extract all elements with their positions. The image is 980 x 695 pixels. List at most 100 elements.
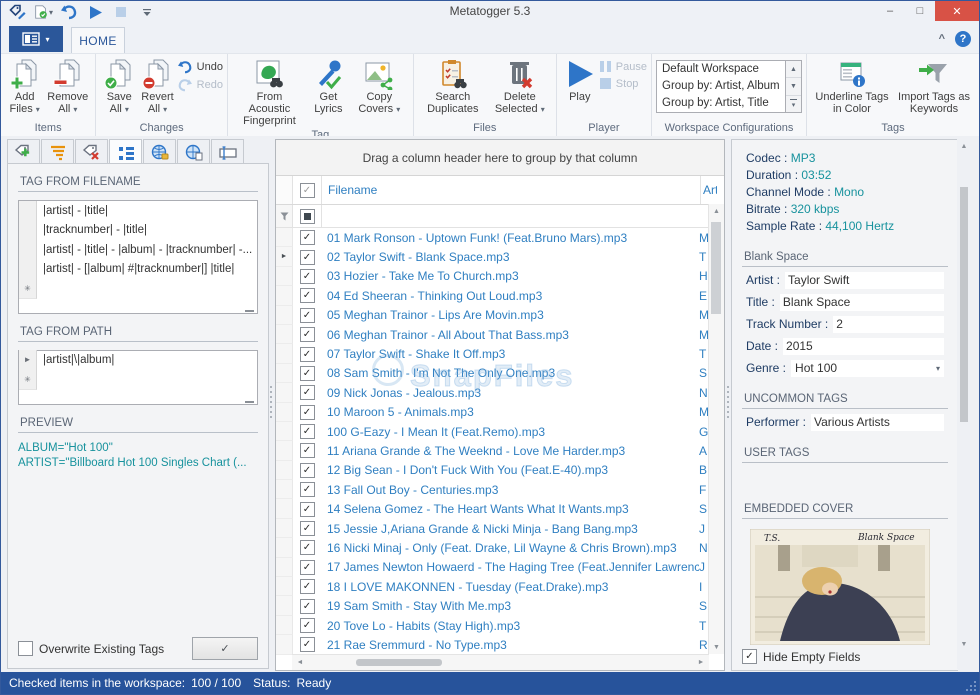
title-field[interactable] xyxy=(779,293,944,311)
minimize-button[interactable]: – xyxy=(875,1,905,21)
gallery-more-button[interactable]: ▾ xyxy=(786,95,801,112)
track-number-field[interactable] xyxy=(833,315,944,333)
pattern-row-new[interactable]: ✳ xyxy=(19,369,257,390)
row-checkbox[interactable]: ✓ xyxy=(293,521,321,537)
workspace-option[interactable]: Group by: Artist, Album xyxy=(657,78,785,95)
scroll-left-arrow[interactable]: ◄ xyxy=(292,659,308,666)
delete-selected-button[interactable]: Delete Selected ▾ xyxy=(488,56,552,118)
pattern-row[interactable]: ► |artist|\|album| xyxy=(19,350,257,371)
import-tags-button[interactable]: Import Tags as Keywords xyxy=(893,56,975,117)
row-checkbox[interactable]: ✓ xyxy=(293,598,321,614)
scroll-thumb[interactable] xyxy=(960,187,968,422)
row-checkbox[interactable]: ✓ xyxy=(293,618,321,633)
table-row[interactable]: ✓ 01 Mark Ronson - Uptown Funk! (Feat.Bru… xyxy=(276,228,724,248)
row-checkbox[interactable]: ✓ xyxy=(293,288,321,304)
table-row[interactable]: ✓ 04 Ed Sheeran - Thinking Out Loud.mp3 E xyxy=(276,286,724,306)
row-checkbox[interactable]: ✓ xyxy=(293,424,321,440)
row-checkbox[interactable]: ✓ xyxy=(293,559,321,575)
table-row[interactable]: ✓ 21 Rae Sremmurd - No Type.mp3 R xyxy=(276,635,724,655)
table-row[interactable]: ✓ 05 Meghan Trainor - Lips Are Movin.mp3 M xyxy=(276,305,724,325)
row-checkbox[interactable]: ✓ xyxy=(293,579,321,595)
resize-grip[interactable] xyxy=(965,680,977,692)
tab-rename[interactable] xyxy=(211,139,244,164)
row-checkbox[interactable]: ✓ xyxy=(293,230,321,246)
help-button[interactable]: ? xyxy=(955,31,971,47)
save-all-button[interactable]: Save All ▾ xyxy=(100,56,138,118)
table-row[interactable]: ✓ 17 James Newton Howaerd - The Haging Tr… xyxy=(276,557,724,578)
row-checkbox[interactable]: ✓ xyxy=(293,327,321,343)
table-row[interactable]: ✓ 15 Jessie J,Ariana Grande & Nicki Minja… xyxy=(276,518,724,539)
row-checkbox[interactable]: ✓ xyxy=(293,501,321,517)
maximize-button[interactable]: □ xyxy=(905,1,935,21)
tab-auto-tag[interactable] xyxy=(41,139,74,164)
revert-all-button[interactable]: Revert All ▾ xyxy=(138,56,176,118)
remove-all-button[interactable]: Remove All ▾ xyxy=(44,56,91,118)
undo-button[interactable]: Undo xyxy=(177,60,223,74)
row-checkbox[interactable]: ✓ xyxy=(293,540,321,556)
apply-button[interactable]: ✓ xyxy=(192,637,258,660)
table-row[interactable]: ✓ 13 Fall Out Boy - Centuries.mp3 F xyxy=(276,480,724,500)
genre-combobox[interactable]: Hot 100 ▾ xyxy=(791,359,944,377)
overwrite-tags-checkbox[interactable]: Overwrite Existing Tags xyxy=(18,641,164,656)
table-row[interactable]: ✓ 16 Nicki Minaj - Only (Feat. Drake, Lil… xyxy=(276,538,724,558)
acoustic-fingerprint-button[interactable]: From Acoustic Fingerprint xyxy=(232,56,307,129)
table-row[interactable]: ✓ 19 Sam Smith - Stay With Me.mp3 S xyxy=(276,596,724,616)
right-splitter[interactable] xyxy=(725,386,730,420)
row-checkbox[interactable]: ✓ xyxy=(293,249,321,265)
scroll-down-arrow[interactable]: ▼ xyxy=(957,641,971,655)
row-checkbox[interactable]: ✓ xyxy=(293,482,321,498)
copy-covers-button[interactable]: Copy Covers ▾ xyxy=(350,56,409,118)
select-all-checkbox[interactable]: ✓ xyxy=(293,176,322,204)
row-checkbox[interactable]: ✓ xyxy=(293,404,321,420)
table-row[interactable]: ✓ 14 Selena Gomez - The Heart Wants What … xyxy=(276,499,724,519)
scroll-up-arrow[interactable]: ▲ xyxy=(957,143,971,157)
table-row[interactable]: ✓ 20 Tove Lo - Habits (Stay High).mp3 T xyxy=(276,615,724,636)
table-row[interactable]: ✓ 10 Maroon 5 - Animals.mp3 M xyxy=(276,402,724,422)
list-horizontal-scrollbar[interactable]: ◄ ► xyxy=(292,654,709,670)
scroll-up-arrow[interactable]: ▲ xyxy=(709,204,724,218)
row-checkbox[interactable]: ✓ xyxy=(293,385,321,401)
collapse-ribbon-button[interactable]: ^ xyxy=(939,33,945,45)
table-row[interactable]: ✓ 18 I LOVE MAKONNEN - Tuesday (Feat.Drak… xyxy=(276,577,724,597)
scroll-down-arrow[interactable]: ▼ xyxy=(709,640,724,654)
column-header-filename[interactable]: Filename xyxy=(322,176,701,204)
scroll-thumb[interactable] xyxy=(711,222,721,314)
tab-tag-from-structure[interactable] xyxy=(109,139,142,166)
redo-button[interactable]: Redo xyxy=(177,78,223,92)
performer-field[interactable] xyxy=(811,413,944,431)
row-checkbox[interactable]: ✓ xyxy=(293,443,321,459)
checkbox-unchecked[interactable] xyxy=(18,641,33,656)
row-checkbox[interactable]: ✓ xyxy=(293,637,321,653)
column-header-artist[interactable]: Artist xyxy=(701,176,717,204)
group-by-hint[interactable]: Drag a column header here to group by th… xyxy=(276,140,724,176)
pattern-row[interactable]: |artist| - |title| - |album| - |tracknum… xyxy=(19,239,257,260)
tab-web-tags-1[interactable] xyxy=(143,139,176,164)
list-vertical-scrollbar[interactable]: ▲ ▼ xyxy=(708,204,724,654)
pause-button[interactable]: Pause xyxy=(599,60,647,73)
filter-checkbox[interactable] xyxy=(293,205,322,227)
table-row[interactable]: ✓ 11 Ariana Grande & The Weeknd - Love Me… xyxy=(276,441,724,461)
date-field[interactable] xyxy=(783,337,944,355)
panel-vertical-scrollbar[interactable]: ▲ ▼ xyxy=(957,139,971,669)
table-row[interactable]: ✓ 03 Hozier - Take Me To Church.mp3 H xyxy=(276,266,724,287)
gallery-up-button[interactable]: ▲ xyxy=(786,61,801,79)
tab-add-tag[interactable] xyxy=(7,139,40,164)
tab-remove-tag[interactable] xyxy=(75,139,108,164)
table-row[interactable]: ✓ 12 Big Sean - I Don't Fuck With You (Fe… xyxy=(276,460,724,481)
play-button[interactable]: Play xyxy=(561,56,599,105)
stop-button[interactable]: Stop xyxy=(599,77,647,90)
row-checkbox[interactable]: ✓ xyxy=(293,268,321,284)
pattern-row[interactable]: |tracknumber| - |title| xyxy=(19,220,257,241)
grid-resize-grip[interactable] xyxy=(245,309,254,312)
hide-empty-fields-checkbox[interactable]: ✓ Hide Empty Fields xyxy=(742,649,860,664)
row-checkbox[interactable]: ✓ xyxy=(293,462,321,478)
grid-resize-grip[interactable] xyxy=(245,400,254,403)
app-menu-button[interactable]: ▾ xyxy=(9,26,63,52)
close-button[interactable]: ✕ xyxy=(935,1,979,21)
get-lyrics-button[interactable]: Get Lyrics xyxy=(307,56,350,117)
table-row[interactable]: ✓ 100 G-Eazy - I Mean It (Feat.Remo).mp3 G xyxy=(276,421,724,442)
pattern-row[interactable]: |artist| - [|album| #|tracknumber|] |tit… xyxy=(19,259,257,280)
scroll-thumb[interactable] xyxy=(356,659,442,666)
workspace-option[interactable]: Group by: Artist, Title xyxy=(657,95,785,112)
search-duplicates-button[interactable]: Search Duplicates xyxy=(418,56,488,117)
